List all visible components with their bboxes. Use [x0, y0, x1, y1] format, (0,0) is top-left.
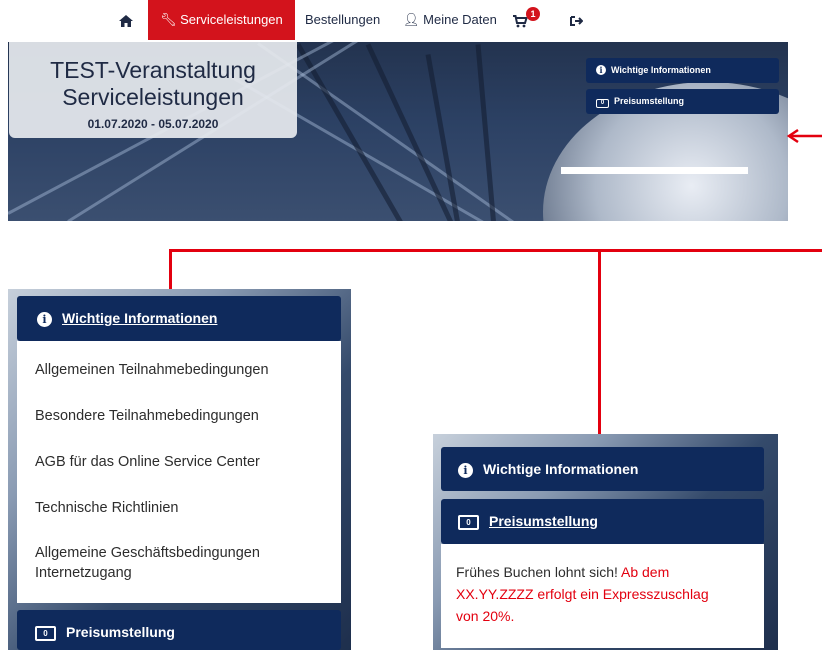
info-circle-icon: i — [37, 311, 52, 327]
nav-serviceleistungen[interactable]: 🔧︎ Serviceleistungen — [148, 0, 295, 40]
user-icon: 👤︎ — [403, 12, 420, 27]
nav-bestellungen[interactable]: Bestellungen — [305, 0, 380, 40]
link-allgemeine-teilnahmebedingungen[interactable]: Allgemeinen Teilnahmebedingungen — [35, 360, 269, 380]
event-subtitle: Serviceleistungen — [62, 84, 244, 110]
price-info-body: Frühes Buchen lohnt sich! Ab dem XX.YY.Z… — [441, 544, 764, 648]
event-date: 01.07.2020 - 05.07.2020 — [87, 117, 219, 131]
highlight-bar — [561, 167, 748, 174]
top-navigation: 🔧︎ Serviceleistungen Bestellungen 👤︎ Mei… — [0, 0, 822, 40]
event-title: TEST-Veranstaltung — [50, 57, 256, 83]
annotation-line — [169, 249, 822, 252]
price-info-text: Frühes Buchen lohnt sich! Ab dem XX.YY.Z… — [456, 564, 709, 624]
home-link[interactable] — [118, 0, 134, 40]
hero-banner: TEST-Veranstaltung Serviceleistungen 01.… — [8, 42, 788, 221]
left-links-list: Allgemeinen Teilnahmebedingungen Besonde… — [17, 341, 341, 603]
link-technische-richtlinien[interactable]: Technische Richtlinien — [35, 498, 178, 518]
home-icon — [119, 14, 133, 27]
money-icon: 0 — [458, 514, 479, 530]
money-icon: 0 — [35, 625, 56, 641]
info-circle-icon: i — [596, 65, 606, 75]
left-info-header[interactable]: i Wichtige Informationen — [17, 296, 341, 341]
sign-out-icon — [570, 15, 584, 26]
link-besondere-teilnahmebedingungen[interactable]: Besondere Teilnahmebedingungen — [35, 406, 259, 426]
annotation-line — [598, 249, 601, 435]
link-agb-online-service-center[interactable]: AGB für das Online Service Center — [35, 452, 260, 472]
right-info-header[interactable]: i Wichtige Informationen — [441, 447, 764, 491]
right-price-header[interactable]: 0 Preisumstellung — [441, 499, 764, 544]
link-agb-internetzugang[interactable]: Allgemeine Geschäftsbedingungen Internet… — [35, 543, 260, 583]
hero-info-button[interactable]: i Wichtige Informationen — [586, 58, 779, 83]
nav-meine-daten[interactable]: 👤︎ Meine Daten — [403, 0, 497, 40]
hero-price-button[interactable]: 0 Preisumstellung — [586, 89, 779, 114]
logout-link[interactable] — [570, 0, 584, 40]
left-price-header[interactable]: 0 Preisumstellung — [17, 610, 341, 650]
wrench-icon: 🔧︎ — [160, 12, 177, 27]
cart-count-badge: 1 — [526, 7, 540, 21]
money-icon: 0 — [596, 99, 609, 108]
info-circle-icon: i — [458, 462, 473, 478]
annotation-arrow-icon — [786, 128, 822, 144]
event-title-box: TEST-Veranstaltung Serviceleistungen 01.… — [9, 42, 297, 138]
nav-cart[interactable]: 1 — [512, 0, 542, 40]
